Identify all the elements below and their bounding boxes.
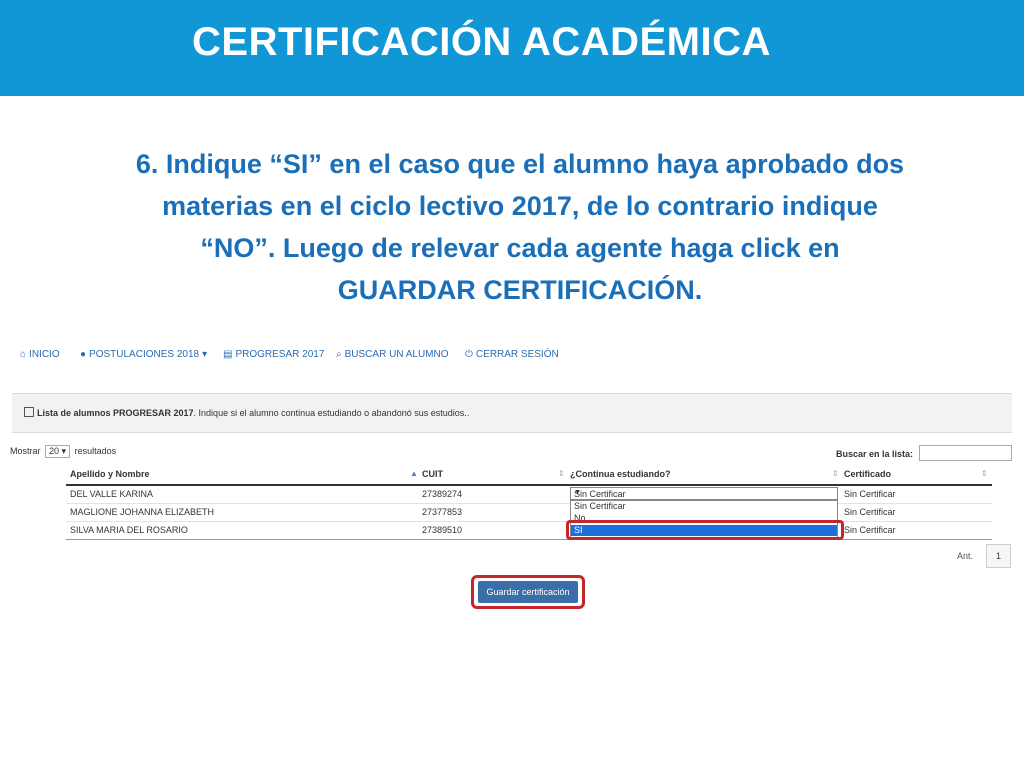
sort-asc-icon: ▲ <box>410 469 418 478</box>
nav-label: INICIO <box>29 349 60 360</box>
search-icon: ⌕ <box>336 349 342 360</box>
option-sin-certificar[interactable]: Sin Certificar <box>571 501 837 512</box>
column-header-cuit[interactable]: CUIT <box>422 469 443 479</box>
search-input[interactable] <box>919 445 1012 461</box>
instruction-line: “NO”. Luego de relevar cada agente haga … <box>200 233 840 263</box>
nav-item-postulaciones[interactable]: ● POSTULACIONES 2018 ▾ <box>80 349 207 360</box>
highlight-si-box <box>566 520 844 540</box>
table-row: SILVA MARIA DEL ROSARIO 27389510 Sin Cer… <box>66 521 992 540</box>
cell-certificado: Sin Certificar <box>844 507 896 517</box>
column-header-continua[interactable]: ¿Continua estudiando? <box>570 469 671 479</box>
nav-label: PROGRESAR 2017 <box>235 349 325 360</box>
title-banner: CERTIFICACIÓN ACADÉMICA <box>0 0 1024 96</box>
sort-icon: ⇕ <box>558 469 565 478</box>
chevron-down-icon: ▼ <box>574 489 581 496</box>
sort-icon: ⇕ <box>981 469 988 478</box>
page-length-control: Mostrar 20 ▾ resultados <box>10 445 117 458</box>
nav-label: CERRAR SESIÓN <box>475 349 559 360</box>
cell-name: SILVA MARIA DEL ROSARIO <box>70 525 188 535</box>
nav-label: BUSCAR UN ALUMNO <box>344 349 449 360</box>
instruction-line: materias en el ciclo lectivo 2017, de lo… <box>162 191 878 221</box>
table-header: Apellido y Nombre ▲ CUIT ⇕ ¿Continua est… <box>66 464 992 486</box>
cell-certificado: Sin Certificar <box>844 525 896 535</box>
instruction-line: 6. Indique “SI” en el caso que el alumno… <box>135 149 905 179</box>
cell-certificado: Sin Certificar <box>844 489 896 499</box>
page-length-select[interactable]: 20 ▾ <box>45 445 71 458</box>
document-icon: ▤ <box>223 349 233 360</box>
instruction-line: GUARDAR CERTIFICACIÓN. <box>337 275 703 305</box>
home-icon: ⌂ <box>20 349 27 360</box>
cell-cuit: 27377853 <box>422 507 463 517</box>
cell-name: DEL VALLE KARINA <box>70 489 154 499</box>
continua-estudiando-select[interactable]: Sin Certificar ▼ <box>570 487 838 500</box>
slide-title: CERTIFICACIÓN ACADÉMICA <box>192 20 771 64</box>
column-header-certificado[interactable]: Certificado <box>844 469 891 479</box>
cell-cuit: 27389274 <box>422 489 463 499</box>
cell-name: MAGLIONE JOHANNA ELIZABETH <box>70 507 215 517</box>
nav-item-progresar[interactable]: ▤ PROGRESAR 2017 <box>223 349 324 360</box>
pagination-prev[interactable]: Ant. <box>957 551 973 561</box>
sort-icon: ⇕ <box>832 469 839 478</box>
pagination-page[interactable]: 1 <box>986 544 1011 568</box>
nav-label: POSTULACIONES 2018 <box>89 349 200 360</box>
table-row: MAGLIONE JOHANNA ELIZABETH 27377853 Sin … <box>66 503 992 522</box>
list-icon <box>24 407 34 417</box>
nav-item-inicio[interactable]: ⌂ INICIO <box>20 349 60 360</box>
power-icon: ⏻ <box>465 349 473 360</box>
search-label: Buscar en la lista: <box>836 449 914 459</box>
nav-item-buscar[interactable]: ⌕ BUSCAR UN ALUMNO <box>336 349 449 360</box>
info-icon: ● <box>80 349 87 360</box>
instruction-text: 6. Indique “SI” en el caso que el alumno… <box>80 143 960 311</box>
list-panel-header: Lista de alumnos PROGRESAR 2017. Indique… <box>12 393 1012 433</box>
chevron-down-icon: ▾ <box>202 349 208 360</box>
table-row: DEL VALLE KARINA 27389274 Sin Certificar <box>66 485 992 504</box>
panel-title: Lista de alumnos PROGRESAR 2017. Indique… <box>24 407 469 418</box>
save-certification-button[interactable]: Guardar certificación <box>478 581 578 603</box>
cell-cuit: 27389510 <box>422 525 463 535</box>
nav-item-cerrar-sesion[interactable]: ⏻ CERRAR SESIÓN <box>465 349 559 360</box>
column-header-name[interactable]: Apellido y Nombre <box>70 469 150 479</box>
